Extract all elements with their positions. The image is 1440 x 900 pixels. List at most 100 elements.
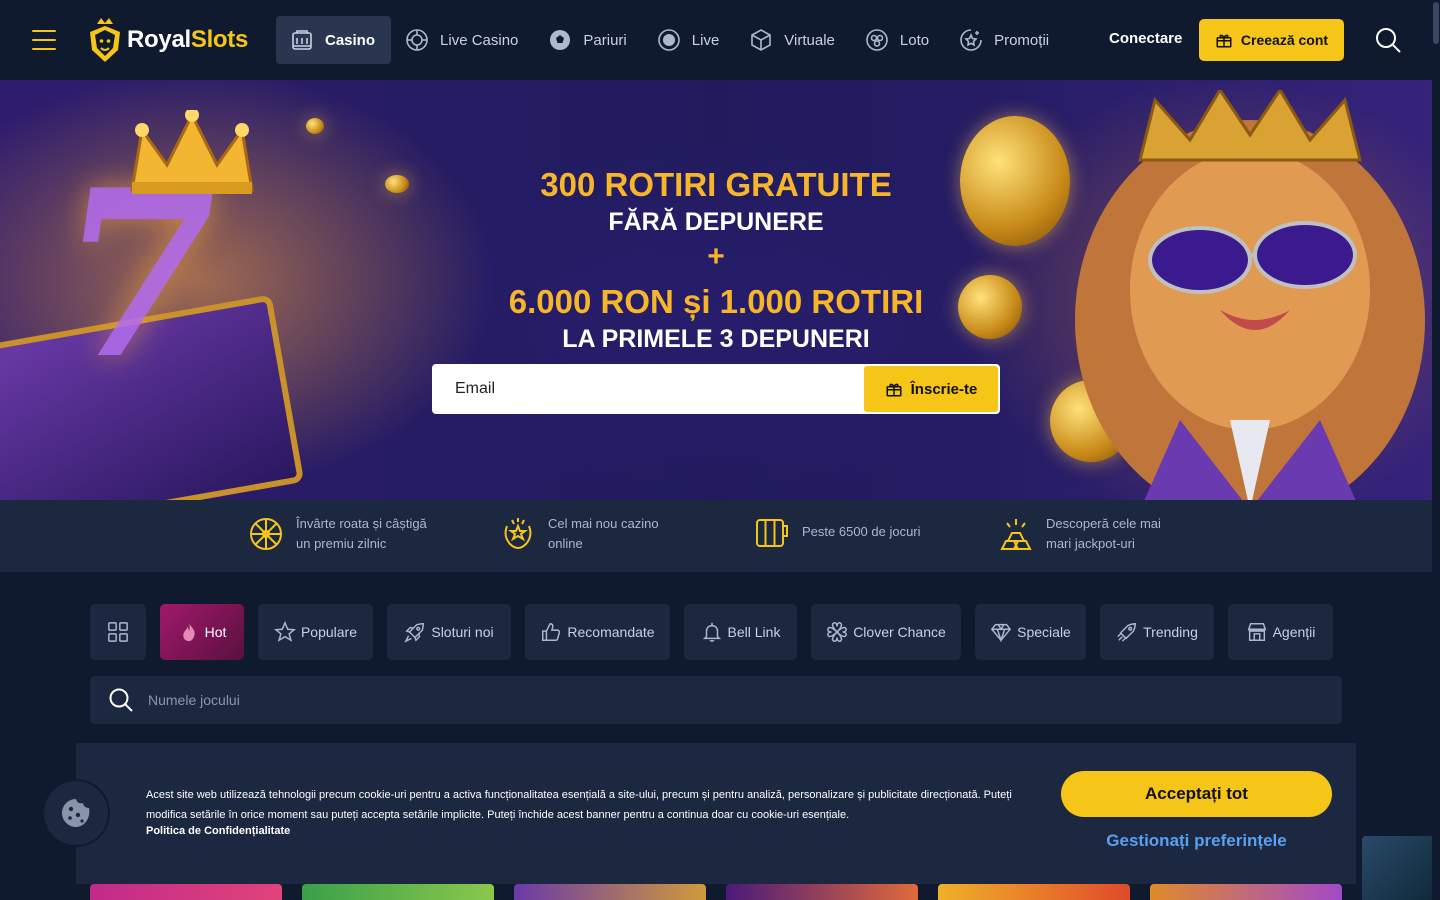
roulette-icon (406, 29, 428, 51)
game-thumbnail[interactable] (726, 884, 918, 900)
cookie-banner: Acest site web utilizează tehnologii pre… (76, 743, 1356, 884)
category-label: Recomandate (567, 624, 655, 640)
game-thumbnail[interactable] (938, 884, 1130, 900)
scrollbar-thumb[interactable] (1433, 2, 1439, 44)
cookie-settings-button[interactable] (44, 781, 108, 845)
search-icon[interactable] (1374, 26, 1402, 54)
game-search-bar (90, 676, 1342, 724)
accept-all-button[interactable]: Acceptați tot (1061, 771, 1332, 817)
chat-widget-button[interactable] (1362, 836, 1432, 900)
category-sloturi-noi[interactable]: Sloturi noi (387, 604, 511, 660)
lion-crown-logo-icon (90, 18, 120, 62)
gold-bars-icon (1000, 519, 1032, 550)
logo-wordmark: RoyalSlots (127, 26, 248, 54)
main-nav: Casino Live Casino Pariuri Live Virtuale… (276, 16, 1065, 64)
hero-banner: 7 300 ROTIRI GRATUITE FĂRĂ DEPUNERE + 6.… (0, 80, 1432, 500)
laurel-star-icon (504, 518, 532, 550)
grid-icon (108, 622, 128, 642)
star-icon (273, 621, 296, 642)
category-bell-link[interactable]: Bell Link (684, 604, 797, 660)
nav-loto[interactable]: Loto (851, 16, 945, 64)
feature-wheel[interactable]: Învârte roata și câștigă un premiu zilnic (248, 514, 427, 554)
category-hot[interactable]: Hot (160, 604, 244, 660)
nav-label: Live Casino (440, 31, 519, 49)
category-recomandate[interactable]: Recomandate (525, 604, 670, 660)
cookie-text: Acest site web utilizează tehnologii pre… (146, 789, 1012, 821)
game-thumbnail[interactable] (514, 884, 706, 900)
top-header: RoyalSlots Casino Live Casino Pariuri Li… (0, 0, 1432, 80)
category-agentii[interactable]: Agenții (1228, 604, 1333, 660)
nav-pariuri[interactable]: Pariuri (534, 16, 642, 64)
nav-label: Casino (325, 31, 376, 49)
game-thumbnail[interactable] (90, 884, 282, 900)
promo-bonus-subline: LA PRIMELE 3 DEPUNERI (562, 325, 870, 353)
privacy-policy-link[interactable]: Politica de Confidențialitate (146, 825, 290, 837)
thumbs-up-icon (542, 623, 561, 641)
feature-line: Peste 6500 de jocuri (802, 524, 921, 539)
manage-preferences-link[interactable]: Gestionați preferințele (1061, 831, 1332, 851)
signup-button[interactable]: Înscrie-te (864, 366, 998, 412)
category-all-grid[interactable] (90, 604, 146, 660)
nav-promotii[interactable]: Promoții (945, 16, 1065, 64)
nav-label: Loto (899, 31, 930, 49)
category-populare[interactable]: Populare (258, 604, 373, 660)
gift-icon (1216, 34, 1232, 48)
feature-newest-casino[interactable]: Cel mai nou cazino online (500, 514, 659, 554)
logo-text-part1: Royal (127, 26, 191, 53)
email-field[interactable] (432, 364, 864, 414)
logo[interactable]: RoyalSlots (86, 16, 248, 64)
game-thumbnail[interactable] (1150, 884, 1342, 900)
feature-line: online (548, 536, 583, 551)
football-icon (550, 30, 571, 50)
search-icon (109, 688, 133, 712)
menu-icon[interactable] (32, 30, 56, 50)
rocket-icon (404, 623, 425, 643)
feature-line: mari jackpot-uri (1046, 536, 1135, 551)
category-label: Clover Chance (853, 624, 946, 640)
lottery-icon (866, 29, 888, 51)
features-strip: Învârte roata și câștigă un premiu zilnic… (0, 500, 1432, 572)
signup-button-label: Înscrie-te (910, 380, 978, 398)
diamond-icon (991, 623, 1012, 643)
shop-icon (1247, 623, 1266, 641)
gift-icon (886, 383, 902, 397)
flame-icon (182, 622, 195, 642)
category-clover-chance[interactable]: Clover Chance (811, 604, 961, 660)
slot-machine-icon (292, 30, 312, 50)
feature-text: Învârte roata și câștigă un premiu zilnic (296, 514, 427, 554)
nav-live[interactable]: Live (643, 16, 736, 64)
nav-label: Virtuale (784, 31, 835, 49)
promo-star-icon (960, 29, 982, 51)
feature-line: un premiu zilnic (296, 536, 387, 551)
page-scrollbar[interactable] (1432, 0, 1440, 900)
nav-live-casino[interactable]: Live Casino (391, 16, 534, 64)
cookie-icon (62, 799, 90, 827)
game-search-input[interactable] (148, 692, 1248, 708)
nav-label: Pariuri (583, 31, 627, 49)
logo-text-part2: Slots (190, 26, 249, 53)
category-label: Speciale (1017, 624, 1071, 640)
category-trending[interactable]: Trending (1100, 604, 1214, 660)
feature-games-count[interactable]: Peste 6500 de jocuri (754, 514, 921, 550)
game-thumbnail[interactable] (302, 884, 494, 900)
promo-bonus: 6.000 RON și 1.000 ROTIRI (508, 283, 924, 320)
reels-icon (756, 519, 788, 547)
login-link[interactable]: Conectare (1109, 30, 1182, 47)
create-account-label: Creează cont (1240, 32, 1329, 48)
clover-icon (827, 622, 848, 642)
promo-plus: + (707, 240, 725, 273)
nav-virtuale[interactable]: Virtuale (735, 16, 851, 64)
feature-line: Cel mai nou cazino (548, 516, 659, 531)
feature-text: Descoperă cele mai mari jackpot-uri (1046, 514, 1161, 554)
category-label: Trending (1143, 624, 1198, 640)
feature-jackpots[interactable]: Descoperă cele mai mari jackpot-uri (998, 514, 1161, 554)
nav-casino[interactable]: Casino (276, 16, 392, 64)
category-label: Agenții (1272, 624, 1316, 640)
nav-label: Promoții (994, 31, 1050, 49)
gold-coin-illustration (306, 118, 324, 134)
category-label: Hot (204, 624, 227, 640)
create-account-button[interactable]: Creează cont (1199, 19, 1344, 61)
feature-line: Descoperă cele mai (1046, 516, 1161, 531)
category-speciale[interactable]: Speciale (975, 604, 1086, 660)
feature-line: Învârte roata și câștigă (296, 516, 427, 531)
